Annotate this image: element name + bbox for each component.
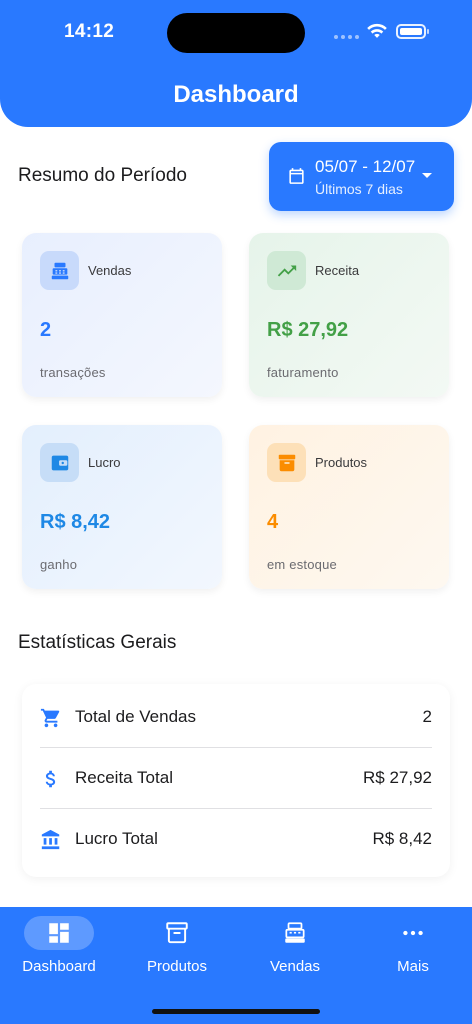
chevron-down-icon (422, 173, 432, 178)
sales-card-label: Vendas (88, 263, 132, 278)
nav-label: Vendas (269, 958, 321, 975)
nav-icon-wrap (378, 916, 448, 950)
sales-card[interactable]: Vendas 2 transações (22, 233, 222, 397)
cart-icon (40, 708, 60, 728)
wallet-icon (51, 455, 68, 470)
bank-icon (41, 829, 60, 850)
app-header: 14:12 Dashboard (0, 0, 472, 127)
stat-row-total-sales: Total de Vendas 2 (40, 684, 432, 744)
archive-icon (166, 922, 188, 944)
dollar-icon (45, 770, 56, 788)
nav-item-dashboard[interactable]: Dashboard (0, 907, 118, 987)
cellular-signal-icon (334, 35, 359, 39)
dynamic-island (167, 13, 305, 53)
nav-label: Produtos (146, 958, 208, 975)
products-icon-box (267, 443, 306, 482)
nav-label: Dashboard (22, 958, 96, 975)
status-time: 14:12 (64, 21, 115, 42)
stat-value: R$ 27,92 (363, 768, 432, 787)
stat-row-total-revenue: Receita Total R$ 27,92 (40, 745, 432, 805)
revenue-icon-box (267, 251, 306, 290)
sales-card-value: 2 (40, 319, 52, 341)
stat-label: Receita Total (75, 768, 173, 787)
calendar-icon (289, 168, 304, 184)
revenue-card[interactable]: Receita R$ 27,92 faturamento (249, 233, 449, 397)
date-range-selector[interactable]: 05/07 - 12/07 Últimos 7 dias (269, 142, 454, 211)
products-card-value: 4 (267, 511, 279, 533)
battery-icon (396, 24, 429, 39)
sales-icon-box (40, 251, 79, 290)
nav-item-products[interactable]: Produtos (118, 907, 236, 987)
stat-label: Total de Vendas (75, 707, 196, 726)
products-card[interactable]: Produtos 4 em estoque (249, 425, 449, 589)
products-card-label: Produtos (315, 455, 368, 470)
nav-icon-wrap (260, 916, 330, 950)
nav-icon-wrap (142, 916, 212, 950)
nav-label: Mais (397, 958, 429, 975)
profit-card-label: Lucro (88, 455, 121, 470)
products-card-subtitle: em estoque (267, 557, 337, 572)
profit-card-value: R$ 8,42 (40, 511, 111, 533)
trending-up-icon (277, 265, 296, 276)
profit-icon-box (40, 443, 79, 482)
bottom-navigation: Dashboard Produtos Vendas Mais (0, 907, 472, 1024)
wifi-icon (367, 23, 387, 38)
home-indicator (152, 1009, 320, 1014)
dashboard-icon (49, 923, 69, 943)
profit-card-subtitle: ganho (40, 557, 78, 572)
cash-register-icon (285, 922, 305, 943)
stat-value: R$ 8,42 (372, 829, 432, 848)
date-range-text: 05/07 - 12/07 (315, 157, 416, 176)
more-icon (403, 930, 423, 936)
period-summary-title: Resumo do Período (18, 165, 187, 186)
sales-card-subtitle: transações (40, 365, 106, 380)
nav-item-more[interactable]: Mais (354, 907, 472, 987)
date-range-subtitle: Últimos 7 dias (315, 181, 403, 197)
page-title: Dashboard (173, 81, 299, 108)
stat-row-total-profit: Lucro Total R$ 8,42 (40, 806, 432, 866)
nav-item-sales[interactable]: Vendas (236, 907, 354, 987)
general-stats-title: Estatísticas Gerais (18, 632, 177, 653)
stat-value: 2 (422, 707, 432, 726)
revenue-card-label: Receita (315, 263, 360, 278)
archive-icon (278, 454, 295, 471)
general-stats-panel: Total de Vendas 2 Receita Total R$ 27,92… (22, 684, 450, 877)
revenue-card-subtitle: faturamento (267, 365, 339, 380)
stat-label: Lucro Total (75, 829, 158, 848)
revenue-card-value: R$ 27,92 (267, 319, 349, 341)
profit-card[interactable]: Lucro R$ 8,42 ganho (22, 425, 222, 589)
nav-active-indicator (24, 916, 94, 950)
cash-register-icon (51, 262, 68, 279)
